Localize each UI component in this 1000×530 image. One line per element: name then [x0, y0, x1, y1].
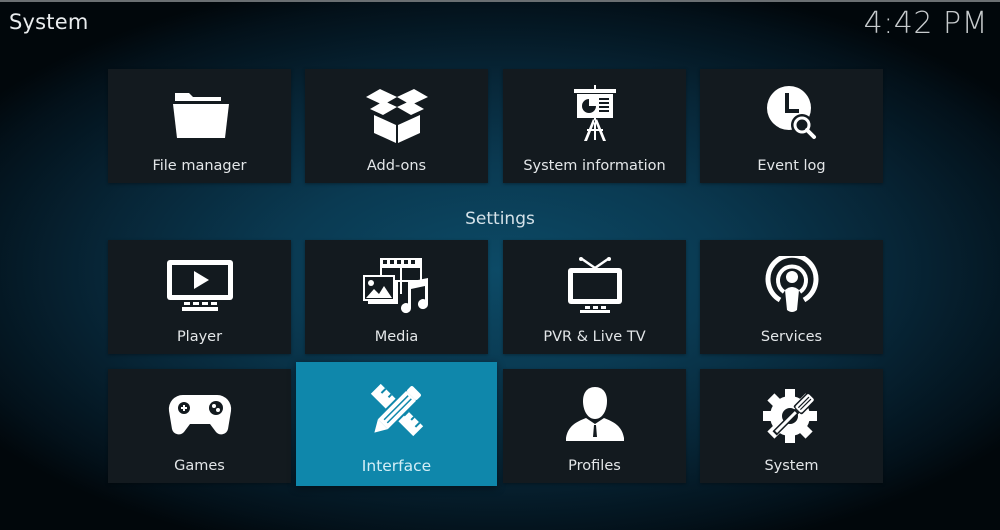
tile-services[interactable]: Services: [700, 240, 883, 354]
tile-profiles[interactable]: Profiles: [503, 369, 686, 483]
tile-label: Event log: [757, 158, 826, 174]
tile-player[interactable]: Player: [108, 240, 291, 354]
settings-section-label: Settings: [465, 209, 535, 229]
presentation-board-icon: [560, 85, 630, 145]
tv-antenna-icon: [560, 256, 630, 316]
clock-search-icon: [757, 85, 827, 145]
tile-system-information[interactable]: System information: [503, 69, 686, 183]
page-title: System: [9, 10, 89, 34]
tile-add-ons[interactable]: Add-ons: [305, 69, 488, 183]
tile-system[interactable]: System: [700, 369, 883, 483]
tile-label: Add-ons: [366, 158, 427, 174]
tile-label: PVR & Live TV: [543, 329, 646, 345]
podcast-broadcast-icon: [757, 256, 827, 316]
tile-label: Interface: [361, 457, 432, 475]
user-silhouette-icon: [560, 385, 630, 445]
tile-media[interactable]: Media: [305, 240, 488, 354]
tile-pvr-live-tv[interactable]: PVR & Live TV: [503, 240, 686, 354]
tile-label: System information: [523, 158, 666, 174]
tile-file-manager[interactable]: File manager: [108, 69, 291, 183]
tile-label: Media: [374, 329, 419, 345]
gamepad-icon: [165, 385, 235, 445]
tile-label: Player: [176, 329, 223, 345]
open-box-icon: [362, 85, 432, 145]
monitor-play-icon: [165, 256, 235, 316]
tile-label: File manager: [152, 158, 247, 174]
tile-games[interactable]: Games: [108, 369, 291, 483]
tile-event-log[interactable]: Event log: [700, 69, 883, 183]
tile-label: Games: [174, 458, 225, 474]
top-border: [0, 0, 1000, 2]
gear-screwdriver-icon: [757, 385, 827, 445]
media-film-picture-music-icon: [362, 256, 432, 316]
pencil-ruler-icon: [362, 380, 432, 440]
tile-interface[interactable]: Interface: [296, 362, 497, 486]
tile-label: System: [764, 458, 819, 474]
folder-icon: [165, 85, 235, 145]
tile-label: Services: [760, 329, 823, 345]
tile-label: Profiles: [568, 458, 621, 474]
clock: 4:42 PM: [863, 6, 988, 41]
